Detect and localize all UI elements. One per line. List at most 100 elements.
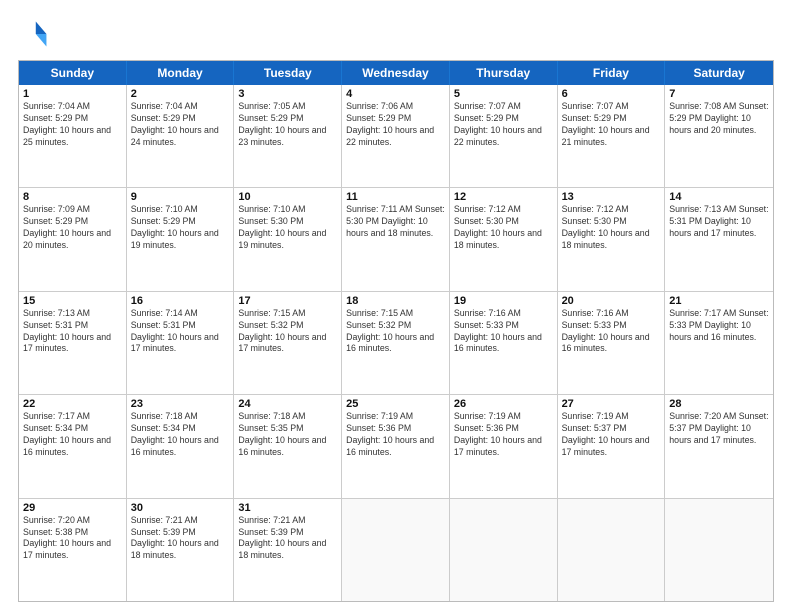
day-number: 20 bbox=[562, 295, 661, 307]
day-number: 9 bbox=[131, 191, 230, 203]
calendar-cell: 23Sunrise: 7:18 AM Sunset: 5:34 PM Dayli… bbox=[127, 395, 235, 497]
day-number: 4 bbox=[346, 88, 445, 100]
calendar-cell bbox=[450, 499, 558, 601]
weekday-header: Friday bbox=[558, 61, 666, 85]
day-info: Sunrise: 7:07 AM Sunset: 5:29 PM Dayligh… bbox=[454, 101, 553, 149]
day-info: Sunrise: 7:18 AM Sunset: 5:35 PM Dayligh… bbox=[238, 411, 337, 459]
day-info: Sunrise: 7:13 AM Sunset: 5:31 PM Dayligh… bbox=[669, 204, 769, 240]
calendar-cell bbox=[558, 499, 666, 601]
calendar-week: 8Sunrise: 7:09 AM Sunset: 5:29 PM Daylig… bbox=[19, 187, 773, 290]
day-info: Sunrise: 7:15 AM Sunset: 5:32 PM Dayligh… bbox=[238, 308, 337, 356]
calendar-cell: 5Sunrise: 7:07 AM Sunset: 5:29 PM Daylig… bbox=[450, 85, 558, 187]
day-info: Sunrise: 7:19 AM Sunset: 5:36 PM Dayligh… bbox=[346, 411, 445, 459]
day-number: 21 bbox=[669, 295, 769, 307]
day-number: 22 bbox=[23, 398, 122, 410]
day-number: 31 bbox=[238, 502, 337, 514]
day-number: 15 bbox=[23, 295, 122, 307]
day-info: Sunrise: 7:11 AM Sunset: 5:30 PM Dayligh… bbox=[346, 204, 445, 240]
day-info: Sunrise: 7:08 AM Sunset: 5:29 PM Dayligh… bbox=[669, 101, 769, 137]
day-info: Sunrise: 7:19 AM Sunset: 5:36 PM Dayligh… bbox=[454, 411, 553, 459]
day-info: Sunrise: 7:06 AM Sunset: 5:29 PM Dayligh… bbox=[346, 101, 445, 149]
calendar-cell: 21Sunrise: 7:17 AM Sunset: 5:33 PM Dayli… bbox=[665, 292, 773, 394]
day-number: 19 bbox=[454, 295, 553, 307]
day-info: Sunrise: 7:14 AM Sunset: 5:31 PM Dayligh… bbox=[131, 308, 230, 356]
logo bbox=[18, 18, 54, 50]
day-number: 10 bbox=[238, 191, 337, 203]
calendar-cell: 24Sunrise: 7:18 AM Sunset: 5:35 PM Dayli… bbox=[234, 395, 342, 497]
calendar-cell: 8Sunrise: 7:09 AM Sunset: 5:29 PM Daylig… bbox=[19, 188, 127, 290]
day-info: Sunrise: 7:13 AM Sunset: 5:31 PM Dayligh… bbox=[23, 308, 122, 356]
weekday-header: Sunday bbox=[19, 61, 127, 85]
calendar-cell: 13Sunrise: 7:12 AM Sunset: 5:30 PM Dayli… bbox=[558, 188, 666, 290]
calendar-cell: 30Sunrise: 7:21 AM Sunset: 5:39 PM Dayli… bbox=[127, 499, 235, 601]
day-number: 28 bbox=[669, 398, 769, 410]
day-number: 16 bbox=[131, 295, 230, 307]
day-number: 14 bbox=[669, 191, 769, 203]
calendar-cell: 2Sunrise: 7:04 AM Sunset: 5:29 PM Daylig… bbox=[127, 85, 235, 187]
day-number: 3 bbox=[238, 88, 337, 100]
day-number: 27 bbox=[562, 398, 661, 410]
weekday-header: Monday bbox=[127, 61, 235, 85]
day-number: 12 bbox=[454, 191, 553, 203]
calendar-cell: 19Sunrise: 7:16 AM Sunset: 5:33 PM Dayli… bbox=[450, 292, 558, 394]
weekday-header: Tuesday bbox=[234, 61, 342, 85]
calendar-cell: 18Sunrise: 7:15 AM Sunset: 5:32 PM Dayli… bbox=[342, 292, 450, 394]
day-info: Sunrise: 7:17 AM Sunset: 5:34 PM Dayligh… bbox=[23, 411, 122, 459]
day-number: 30 bbox=[131, 502, 230, 514]
day-info: Sunrise: 7:19 AM Sunset: 5:37 PM Dayligh… bbox=[562, 411, 661, 459]
calendar-cell: 6Sunrise: 7:07 AM Sunset: 5:29 PM Daylig… bbox=[558, 85, 666, 187]
calendar-cell: 25Sunrise: 7:19 AM Sunset: 5:36 PM Dayli… bbox=[342, 395, 450, 497]
day-number: 17 bbox=[238, 295, 337, 307]
calendar-header: SundayMondayTuesdayWednesdayThursdayFrid… bbox=[19, 61, 773, 85]
calendar-cell: 16Sunrise: 7:14 AM Sunset: 5:31 PM Dayli… bbox=[127, 292, 235, 394]
day-info: Sunrise: 7:09 AM Sunset: 5:29 PM Dayligh… bbox=[23, 204, 122, 252]
day-number: 2 bbox=[131, 88, 230, 100]
calendar-cell bbox=[342, 499, 450, 601]
calendar-cell: 7Sunrise: 7:08 AM Sunset: 5:29 PM Daylig… bbox=[665, 85, 773, 187]
calendar-week: 1Sunrise: 7:04 AM Sunset: 5:29 PM Daylig… bbox=[19, 85, 773, 187]
day-info: Sunrise: 7:20 AM Sunset: 5:38 PM Dayligh… bbox=[23, 515, 122, 563]
day-number: 29 bbox=[23, 502, 122, 514]
calendar-cell: 20Sunrise: 7:16 AM Sunset: 5:33 PM Dayli… bbox=[558, 292, 666, 394]
day-number: 26 bbox=[454, 398, 553, 410]
day-number: 25 bbox=[346, 398, 445, 410]
calendar-week: 22Sunrise: 7:17 AM Sunset: 5:34 PM Dayli… bbox=[19, 394, 773, 497]
header bbox=[18, 18, 774, 50]
day-info: Sunrise: 7:04 AM Sunset: 5:29 PM Dayligh… bbox=[131, 101, 230, 149]
day-number: 13 bbox=[562, 191, 661, 203]
day-number: 18 bbox=[346, 295, 445, 307]
calendar-cell: 12Sunrise: 7:12 AM Sunset: 5:30 PM Dayli… bbox=[450, 188, 558, 290]
day-number: 7 bbox=[669, 88, 769, 100]
day-info: Sunrise: 7:12 AM Sunset: 5:30 PM Dayligh… bbox=[454, 204, 553, 252]
day-number: 23 bbox=[131, 398, 230, 410]
day-number: 8 bbox=[23, 191, 122, 203]
calendar-cell bbox=[665, 499, 773, 601]
calendar-week: 29Sunrise: 7:20 AM Sunset: 5:38 PM Dayli… bbox=[19, 498, 773, 601]
calendar-cell: 22Sunrise: 7:17 AM Sunset: 5:34 PM Dayli… bbox=[19, 395, 127, 497]
calendar-cell: 4Sunrise: 7:06 AM Sunset: 5:29 PM Daylig… bbox=[342, 85, 450, 187]
day-info: Sunrise: 7:10 AM Sunset: 5:29 PM Dayligh… bbox=[131, 204, 230, 252]
day-info: Sunrise: 7:21 AM Sunset: 5:39 PM Dayligh… bbox=[238, 515, 337, 563]
calendar-cell: 1Sunrise: 7:04 AM Sunset: 5:29 PM Daylig… bbox=[19, 85, 127, 187]
calendar-cell: 26Sunrise: 7:19 AM Sunset: 5:36 PM Dayli… bbox=[450, 395, 558, 497]
calendar-cell: 10Sunrise: 7:10 AM Sunset: 5:30 PM Dayli… bbox=[234, 188, 342, 290]
day-info: Sunrise: 7:10 AM Sunset: 5:30 PM Dayligh… bbox=[238, 204, 337, 252]
logo-icon bbox=[18, 18, 50, 50]
day-number: 1 bbox=[23, 88, 122, 100]
weekday-header: Thursday bbox=[450, 61, 558, 85]
day-info: Sunrise: 7:04 AM Sunset: 5:29 PM Dayligh… bbox=[23, 101, 122, 149]
calendar-body: 1Sunrise: 7:04 AM Sunset: 5:29 PM Daylig… bbox=[19, 85, 773, 601]
day-info: Sunrise: 7:16 AM Sunset: 5:33 PM Dayligh… bbox=[454, 308, 553, 356]
day-number: 6 bbox=[562, 88, 661, 100]
page: SundayMondayTuesdayWednesdayThursdayFrid… bbox=[0, 0, 792, 612]
calendar: SundayMondayTuesdayWednesdayThursdayFrid… bbox=[18, 60, 774, 602]
day-info: Sunrise: 7:16 AM Sunset: 5:33 PM Dayligh… bbox=[562, 308, 661, 356]
calendar-cell: 3Sunrise: 7:05 AM Sunset: 5:29 PM Daylig… bbox=[234, 85, 342, 187]
weekday-header: Wednesday bbox=[342, 61, 450, 85]
calendar-cell: 27Sunrise: 7:19 AM Sunset: 5:37 PM Dayli… bbox=[558, 395, 666, 497]
calendar-cell: 31Sunrise: 7:21 AM Sunset: 5:39 PM Dayli… bbox=[234, 499, 342, 601]
day-info: Sunrise: 7:20 AM Sunset: 5:37 PM Dayligh… bbox=[669, 411, 769, 447]
calendar-cell: 11Sunrise: 7:11 AM Sunset: 5:30 PM Dayli… bbox=[342, 188, 450, 290]
day-info: Sunrise: 7:15 AM Sunset: 5:32 PM Dayligh… bbox=[346, 308, 445, 356]
calendar-cell: 9Sunrise: 7:10 AM Sunset: 5:29 PM Daylig… bbox=[127, 188, 235, 290]
